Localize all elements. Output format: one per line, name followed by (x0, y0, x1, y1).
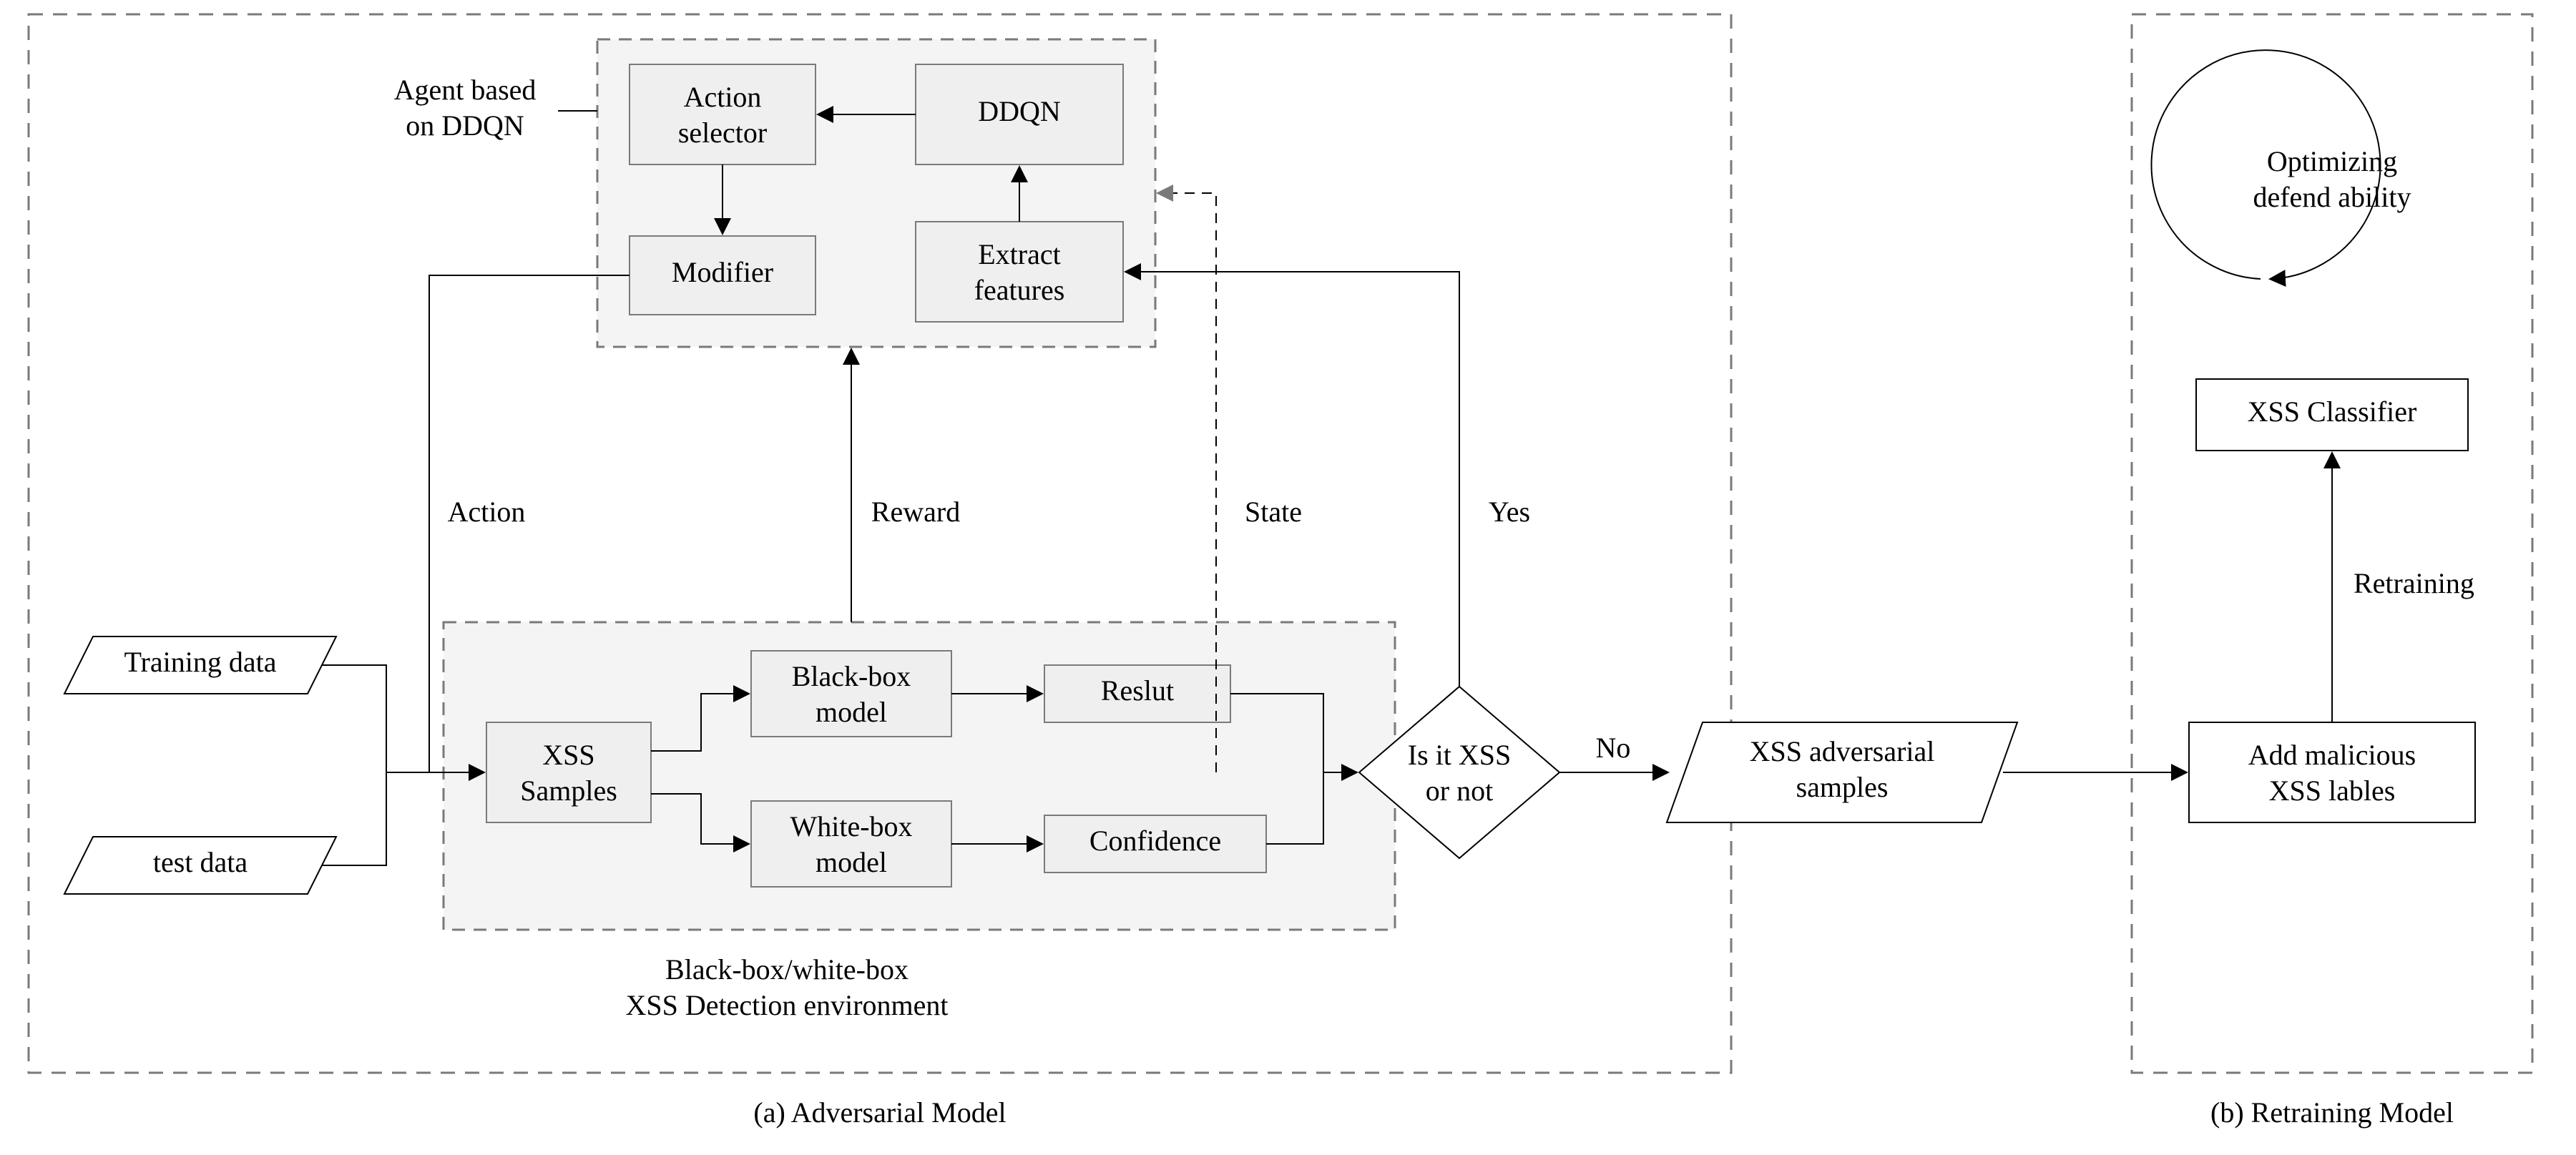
white-l1: White-box (790, 810, 912, 842)
agent-label-l1: Agent based (394, 74, 537, 106)
env-label-l2: XSS Detection environment (625, 989, 948, 1021)
xss-classifier-label: XSS Classifier (2248, 395, 2417, 428)
panel-adversarial-caption: (a) Adversarial Model (753, 1096, 1006, 1129)
action-label: Action (448, 496, 526, 528)
xss-samples-l2: Samples (520, 775, 617, 807)
extract-l1: Extract (978, 238, 1061, 270)
decision-l2: or not (1426, 775, 1493, 807)
yes-label: Yes (1489, 496, 1530, 528)
xss-samples-l1: XSS (542, 739, 594, 771)
action-selector-l2: selector (678, 117, 767, 149)
extract-features-node (916, 222, 1123, 322)
extract-l2: features (974, 274, 1065, 306)
agent-label-l2: on DDQN (406, 109, 524, 142)
env-label-l1: Black-box/white-box (665, 953, 909, 986)
add-l2: XSS lables (2269, 775, 2396, 807)
black-l1: Black-box (792, 660, 911, 692)
training-data-label: Training data (124, 646, 277, 678)
add-l1: Add malicious (2248, 739, 2416, 771)
action-selector-node (630, 64, 816, 164)
adv-samples-l2: samples (1796, 771, 1889, 803)
confidence-label: Confidence (1089, 825, 1221, 857)
reward-label: Reward (871, 496, 960, 528)
architecture-diagram: (a) Adversarial Model Agent based on DDQ… (0, 0, 2576, 1155)
add-labels-node (2189, 722, 2475, 822)
optimizing-l2: defend ability (2253, 181, 2411, 213)
optimizing-l1: Optimizing (2267, 145, 2397, 177)
retraining-label: Retraining (2354, 567, 2474, 599)
panel-retraining-caption: (b) Retraining Model (2210, 1096, 2454, 1129)
action-selector-l1: Action (684, 81, 762, 113)
xss-samples-node (486, 722, 651, 822)
decision-l1: Is it XSS (1408, 739, 1512, 771)
modifier-label: Modifier (672, 256, 773, 288)
ddqn-label: DDQN (978, 95, 1061, 127)
result-label: Reslut (1101, 674, 1174, 707)
test-data-label: test data (153, 846, 248, 878)
no-label: No (1596, 732, 1631, 764)
state-label: State (1245, 496, 1302, 528)
white-l2: model (816, 846, 887, 878)
adv-samples-l1: XSS adversarial (1750, 735, 1935, 767)
black-l2: model (816, 696, 887, 728)
